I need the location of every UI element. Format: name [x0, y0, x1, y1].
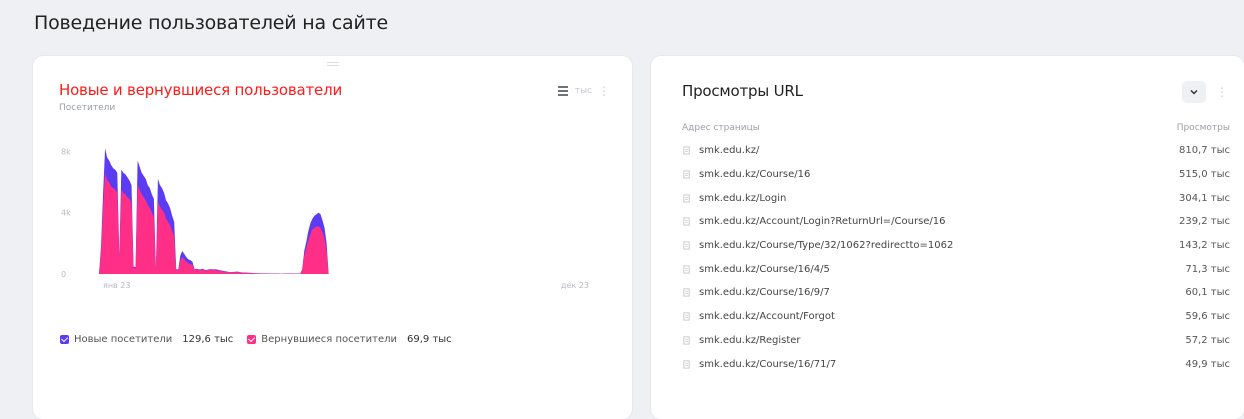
url-text[interactable]: smk.edu.kz/Course/Type/32/1062?redirectt…: [699, 240, 953, 251]
widget-title: Просмотры URL: [682, 82, 803, 100]
list-item[interactable]: smk.edu.kz/Course/16 515,0 тыс: [682, 163, 1230, 187]
url-cell: smk.edu.kz/Course/16/4/5: [682, 264, 830, 275]
list-item[interactable]: smk.edu.kz/Account/Login?ReturnUrl=/Cour…: [682, 210, 1230, 234]
views-count: 60,1 тыс: [1185, 287, 1230, 299]
collapse-button[interactable]: [1182, 81, 1206, 103]
units-label[interactable]: тыс: [575, 86, 592, 96]
views-count: 810,7 тыс: [1178, 145, 1230, 157]
x-tick-label: дек 23: [561, 281, 589, 290]
visitors-area-chart: 8k 4k 0 янв 23 дек 23: [61, 147, 605, 290]
url-text[interactable]: smk.edu.kz/Account/Login?ReturnUrl=/Cour…: [699, 216, 946, 227]
views-count: 57,2 тыс: [1185, 334, 1230, 346]
url-cell: smk.edu.kz/Course/16: [682, 169, 810, 180]
document-icon: [683, 336, 690, 345]
url-list: smk.edu.kz/810,7 тыс smk.edu.kz/Course/16…: [682, 139, 1230, 376]
url-text[interactable]: smk.edu.kz/Course/16: [699, 169, 810, 180]
url-text[interactable]: smk.edu.kz/Course/16/4/5: [699, 264, 830, 275]
document-icon: [683, 265, 690, 274]
more-options-icon[interactable]: ⋮: [1216, 86, 1228, 98]
legend-item-returning[interactable]: Вернувшиеся посетители 69,9 тыс: [247, 334, 452, 345]
views-count: 49,9 тыс: [1185, 358, 1230, 370]
y-tick-label: 8k: [61, 147, 71, 156]
url-cell: smk.edu.kz/: [682, 145, 759, 156]
url-cell: smk.edu.kz/Account/Forgot: [682, 311, 835, 322]
x-tick-label: янв 23: [103, 281, 130, 290]
views-count: 71,3 тыс: [1185, 263, 1230, 275]
chart-legend: Новые посетители 129,6 тыс Вернувшиеся п…: [60, 334, 466, 345]
url-text[interactable]: smk.edu.kz/Account/Forgot: [699, 311, 835, 322]
document-icon: [683, 359, 690, 369]
widget-toolbar: ⋮: [1182, 81, 1228, 103]
document-icon: [683, 146, 690, 155]
document-icon: [683, 194, 690, 203]
chart-subtitle: Посетители: [59, 103, 116, 113]
column-header-views: Просмотры: [1176, 123, 1230, 133]
y-tick-label: 4k: [61, 209, 71, 218]
document-icon: [683, 312, 690, 321]
url-text[interactable]: smk.edu.kz/Course/16/71/7: [699, 359, 836, 370]
checkbox-icon[interactable]: [247, 335, 257, 344]
legend-label: Вернувшиеся посетители: [261, 334, 397, 345]
chevron-down-icon: [1190, 89, 1198, 95]
url-views-widget: Просмотры URL ⋮ Адрес страницы Просмотры…: [651, 56, 1244, 419]
drag-handle-icon[interactable]: [326, 62, 339, 66]
views-count: 239,2 тыс: [1178, 216, 1230, 228]
column-header-url: Адрес страницы: [682, 123, 760, 133]
views-count: 59,6 тыс: [1185, 311, 1230, 323]
y-tick-label: 0: [61, 270, 66, 279]
legend-value: 69,9 тыс: [407, 334, 452, 345]
url-text[interactable]: smk.edu.kz/Register: [699, 335, 801, 346]
url-text[interactable]: smk.edu.kz/: [699, 145, 759, 156]
legend-value: 129,6 тыс: [182, 334, 234, 345]
legend-item-new[interactable]: Новые посетители 129,6 тыс: [60, 334, 233, 345]
url-cell: smk.edu.kz/Course/Type/32/1062?redirectt…: [682, 240, 953, 251]
document-icon: [683, 288, 690, 298]
list-item[interactable]: smk.edu.kz/Course/16/9/7 60,1 тыс: [682, 281, 1230, 305]
legend-label: Новые посетители: [74, 334, 173, 345]
views-count: 304,1 тыс: [1178, 192, 1230, 204]
url-cell: smk.edu.kz/Login: [682, 193, 786, 204]
url-cell: smk.edu.kz/Course/16/71/7: [682, 359, 836, 370]
list-item[interactable]: smk.edu.kz/Course/Type/32/1062?redirectt…: [682, 234, 1230, 258]
chart-title: Новые и вернувшиеся пользователи: [59, 81, 343, 99]
more-options-icon[interactable]: ⋮: [598, 85, 610, 97]
chart-toolbar: тыс ⋮: [557, 85, 610, 97]
stack-icon[interactable]: [557, 85, 569, 97]
url-cell: smk.edu.kz/Course/16/9/7: [682, 287, 830, 298]
page-title: Поведение пользователей на сайте: [34, 12, 388, 34]
url-cell: smk.edu.kz/Account/Login?ReturnUrl=/Cour…: [682, 216, 946, 227]
list-item[interactable]: smk.edu.kz/Account/Forgot 59,6 тыс: [682, 305, 1230, 329]
list-item[interactable]: smk.edu.kz/Register 57,2 тыс: [682, 329, 1230, 353]
checkbox-icon[interactable]: [60, 335, 69, 344]
url-text[interactable]: smk.edu.kz/Login: [699, 193, 786, 204]
list-item[interactable]: smk.edu.kz/Login 304,1 тыс: [682, 186, 1230, 210]
list-item[interactable]: smk.edu.kz/Course/16/71/7 49,9 тыс: [682, 352, 1230, 376]
document-icon: [683, 241, 690, 250]
document-icon: [683, 217, 690, 226]
url-text[interactable]: smk.edu.kz/Course/16/9/7: [699, 287, 830, 298]
url-cell: smk.edu.kz/Register: [682, 335, 801, 346]
document-icon: [683, 170, 690, 179]
views-count: 515,0 тыс: [1178, 169, 1230, 181]
views-count: 143,2 тыс: [1178, 240, 1230, 252]
new-returning-users-widget: Новые и вернувшиеся пользователи Посетит…: [33, 56, 632, 419]
series-area-returning-visitors: [99, 172, 605, 274]
list-item[interactable]: smk.edu.kz/Course/16/4/5 71,3 тыс: [682, 257, 1230, 281]
list-item[interactable]: smk.edu.kz/810,7 тыс: [682, 139, 1230, 163]
